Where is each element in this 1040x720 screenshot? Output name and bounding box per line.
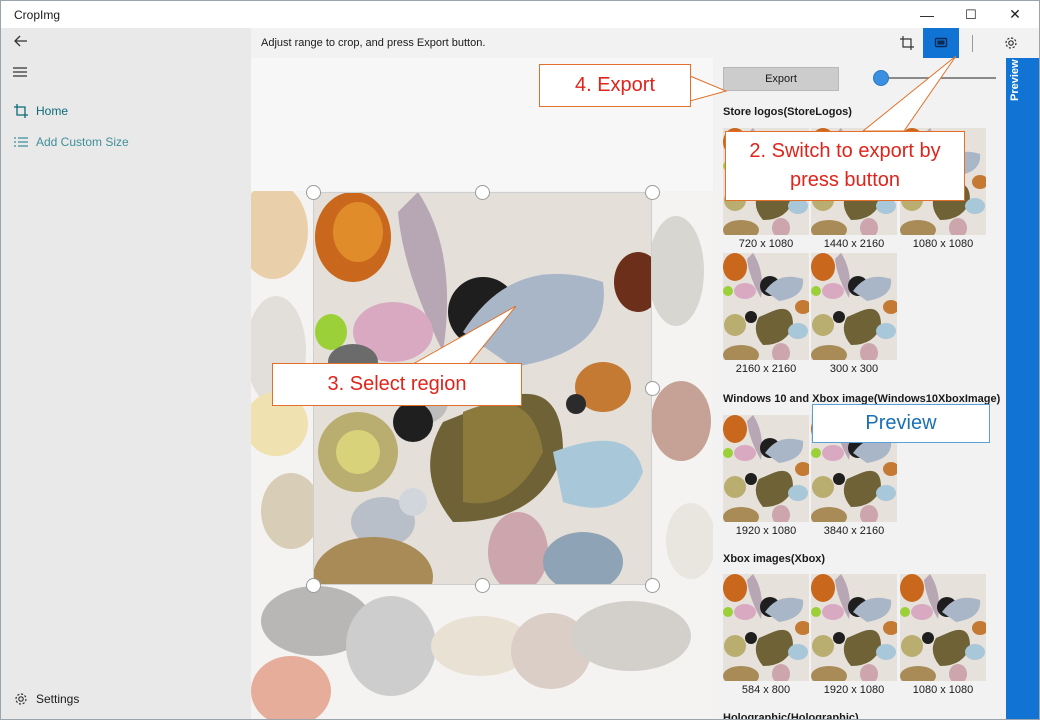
gear-icon — [15, 693, 27, 705]
thumbnail-size-label: 2160 x 2160 — [735, 363, 797, 375]
preview-side-tab[interactable] — [1006, 58, 1039, 719]
nav-item-label: Settings — [36, 692, 80, 706]
crop-icon — [900, 36, 914, 50]
thumbnail-image — [811, 253, 897, 360]
zoom-slider-thumb[interactable] — [873, 70, 889, 86]
crop-handle-bottom[interactable] — [475, 578, 490, 593]
preview-thumbnail[interactable] — [811, 253, 897, 360]
monitor-icon — [934, 37, 948, 48]
crop-handle-bottom-right[interactable] — [645, 578, 660, 593]
crop-icon — [14, 104, 28, 118]
nav-item-label: Add Custom Size — [36, 135, 129, 149]
nav-item-label: Home — [36, 104, 69, 118]
maximize-button[interactable]: ☐ — [949, 1, 993, 28]
minimize-icon: — — [920, 6, 934, 23]
crop-mode-button[interactable] — [891, 28, 923, 58]
minimize-button[interactable]: — — [905, 1, 949, 28]
preview-thumbnail[interactable] — [723, 415, 809, 522]
app-title: CropImg — [14, 8, 61, 22]
title-bar: CropImg — ☐ ✕ — [1, 1, 1039, 28]
preview-thumbnail[interactable] — [723, 574, 809, 681]
group-title: Store logos(StoreLogos) — [723, 106, 852, 118]
thumbnail-image — [900, 574, 986, 681]
export-button[interactable]: Export — [723, 67, 839, 91]
crop-handle-top-right[interactable] — [645, 185, 660, 200]
nav-item-settings[interactable]: Settings — [1, 685, 251, 713]
callout-select-region: 3. Select region — [272, 363, 522, 406]
preview-thumbnail[interactable] — [900, 574, 986, 681]
app-window: CropImg — ☐ ✕ Home Add Custom Size Setti… — [0, 0, 1040, 720]
group-title: Holographic(Holographic) — [723, 712, 859, 720]
thumbnail-image — [723, 415, 809, 522]
hamburger-icon[interactable] — [13, 67, 27, 77]
thumbnail-size-label: 720 x 1080 — [738, 238, 794, 250]
maximize-icon: ☐ — [965, 6, 977, 22]
callout-preview: Preview — [812, 404, 990, 443]
instruction-text: Adjust range to crop, and press Export b… — [261, 37, 486, 49]
crop-handle-top[interactable] — [475, 185, 490, 200]
callout-export: 4. Export — [539, 64, 691, 107]
thumbnail-size-label: 300 x 300 — [829, 363, 879, 375]
close-button[interactable]: ✕ — [993, 1, 1037, 28]
thumbnail-image — [811, 574, 897, 681]
thumbnail-size-label: 1920 x 1080 — [735, 525, 797, 537]
back-arrow-icon[interactable] — [12, 32, 30, 50]
preview-thumbnail[interactable] — [723, 253, 809, 360]
thumbnail-image — [723, 574, 809, 681]
navigation-pane: Home Add Custom Size Settings — [1, 28, 251, 719]
callout-switch: 2. Switch to export by press button — [725, 131, 965, 201]
close-icon: ✕ — [1009, 6, 1021, 22]
crop-handle-bottom-left[interactable] — [306, 578, 321, 593]
list-icon — [14, 137, 28, 147]
nav-item-home[interactable]: Home — [1, 97, 251, 125]
command-bar: Adjust range to crop, and press Export b… — [251, 28, 1039, 58]
thumbnail-size-label: 1080 x 1080 — [912, 238, 974, 250]
command-separator — [972, 35, 973, 52]
preview-thumbnail[interactable] — [811, 574, 897, 681]
thumbnail-size-label: 3840 x 2160 — [823, 525, 885, 537]
nav-item-add-custom-size[interactable]: Add Custom Size — [1, 128, 251, 156]
group-title: Xbox images(Xbox) — [723, 553, 826, 565]
thumbnail-size-label: 584 x 800 — [741, 684, 791, 696]
crop-handle-right[interactable] — [645, 381, 660, 396]
thumbnail-size-label: 1440 x 2160 — [823, 238, 885, 250]
export-mode-toggle-button[interactable] — [923, 28, 959, 58]
thumbnail-image — [723, 253, 809, 360]
crop-handle-top-left[interactable] — [306, 185, 321, 200]
preview-tab-label: Preview — [1009, 59, 1021, 101]
zoom-slider-track[interactable] — [881, 77, 996, 79]
thumbnail-size-label: 1080 x 1080 — [912, 684, 974, 696]
thumbnail-size-label: 1920 x 1080 — [823, 684, 885, 696]
